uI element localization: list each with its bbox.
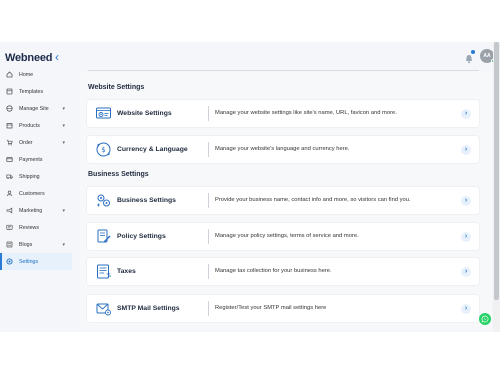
sidebar-item-products[interactable]: Products ▾ [0, 117, 72, 134]
truck-icon [6, 173, 13, 180]
sidebar-item-reviews[interactable]: Reviews [0, 219, 72, 236]
section-title-business: Business Settings [88, 171, 149, 178]
globe-icon [6, 105, 13, 112]
collapse-sidebar-icon[interactable]: ‹ [55, 51, 63, 63]
templates-icon [6, 88, 13, 95]
card-separator [208, 229, 209, 244]
sidebar-item-label: Marketing [19, 207, 43, 214]
card-icon [6, 156, 13, 163]
svg-text:%: % [107, 273, 112, 279]
sidebar-item-templates[interactable]: Templates [0, 83, 72, 100]
box-icon [6, 122, 13, 129]
sidebar-item-settings[interactable]: Settings [0, 253, 72, 270]
section-title-website: Website Settings [88, 84, 145, 91]
card-title: Business Settings [117, 197, 176, 204]
sidebar-item-label: Manage Site [19, 105, 49, 112]
card-description: Register/Test your SMTP mail settings he… [215, 305, 327, 311]
blog-icon [6, 241, 13, 248]
card-title: Taxes [117, 268, 136, 275]
card-separator [208, 142, 209, 157]
avatar[interactable]: AA [480, 49, 495, 63]
sidebar-item-label: Home [19, 71, 34, 78]
card-taxes[interactable]: % Taxes Manage tax collection for your b… [87, 258, 479, 285]
sidebar-item-label: Customers [19, 190, 45, 197]
card-description: Manage your policy settings, terms of se… [215, 233, 359, 239]
policy-settings-icon [95, 228, 112, 245]
business-settings-icon [95, 192, 112, 209]
card-smtp-mail-settings[interactable]: SMTP Mail Settings Register/Test your SM… [87, 295, 479, 322]
sidebar-item-manage-site[interactable]: Manage Site ▾ [0, 100, 72, 117]
sidebar-item-label: Payments [19, 156, 43, 163]
sidebar-item-blogs[interactable]: Blogs ▾ [0, 236, 72, 253]
card-separator [208, 193, 209, 208]
card-currency-language[interactable]: $ Currency & Language Manage your websit… [87, 136, 479, 163]
sidebar-item-label: Blogs [19, 241, 33, 248]
chevron-right-icon[interactable]: › [461, 304, 471, 314]
scrollbar[interactable] [493, 42, 500, 332]
sidebar-item-label: Reviews [19, 224, 40, 231]
sidebar-item-customers[interactable]: Customers [0, 185, 72, 202]
users-icon [6, 190, 13, 197]
chevron-right-icon[interactable]: › [461, 145, 471, 155]
card-description: Manage your website settings like site's… [215, 110, 397, 116]
card-title: Currency & Language [117, 146, 188, 153]
sidebar-item-order[interactable]: Order ▾ [0, 134, 72, 151]
sidebar-item-marketing[interactable]: Marketing ▾ [0, 202, 72, 219]
sidebar-item-payments[interactable]: Payments [0, 151, 72, 168]
taxes-icon: % [95, 263, 112, 280]
cart-icon [6, 139, 13, 146]
card-separator [208, 301, 209, 316]
card-title: SMTP Mail Settings [117, 305, 180, 312]
sidebar-item-label: Templates [19, 88, 44, 95]
gear-icon [6, 258, 13, 265]
content-divider [88, 70, 479, 71]
card-title: Website Settings [117, 110, 172, 117]
card-policy-settings[interactable]: Policy Settings Manage your policy setti… [87, 223, 479, 250]
chevron-right-icon[interactable]: › [461, 232, 471, 242]
megaphone-icon [6, 207, 13, 214]
sidebar-item-label: Order [19, 139, 33, 146]
card-title: Policy Settings [117, 233, 166, 240]
topbar-actions: AA [464, 49, 495, 64]
chevron-down-icon: ▾ [62, 140, 65, 146]
card-description: Provide your business name, contact info… [215, 197, 411, 203]
chevron-down-icon: ▾ [62, 106, 65, 112]
whatsapp-chat-icon[interactable] [479, 313, 491, 325]
svg-text:$: $ [101, 146, 105, 154]
notification-dot [471, 50, 475, 54]
currency-language-icon: $ [95, 141, 112, 158]
sidebar-item-label: Products [19, 122, 40, 129]
website-settings-icon [95, 105, 112, 122]
smtp-mail-icon [95, 300, 112, 317]
brand-name: Webneed [5, 52, 53, 64]
card-separator [208, 106, 209, 121]
avatar-initials: AA [483, 53, 491, 59]
card-description: Manage tax collection for your business … [215, 268, 332, 274]
sidebar-item-shipping[interactable]: Shipping [0, 168, 72, 185]
notification-bell-icon[interactable] [464, 50, 475, 64]
sidebar-item-label: Settings [19, 258, 39, 265]
chevron-down-icon: ▾ [62, 208, 65, 214]
chevron-right-icon[interactable]: › [461, 109, 471, 119]
card-description: Manage your website's language and curre… [215, 146, 350, 152]
sidebar-item-label: Shipping [19, 173, 40, 180]
chevron-down-icon: ▾ [62, 242, 65, 248]
sidebar-nav: Home Templates Manage Site ▾ Products ▾ Order ▾… [0, 66, 72, 270]
chevron-down-icon: ▾ [62, 123, 65, 129]
card-separator [208, 264, 209, 279]
sidebar-item-home[interactable]: Home [0, 66, 72, 83]
chevron-right-icon[interactable]: › [461, 267, 471, 277]
home-icon [6, 71, 13, 78]
chevron-right-icon[interactable]: › [461, 196, 471, 206]
card-website-settings[interactable]: Website Settings Manage your website set… [87, 100, 479, 127]
card-business-settings[interactable]: Business Settings Provide your business … [87, 187, 479, 214]
star-icon [6, 224, 13, 231]
scrollbar-thumb[interactable] [494, 42, 499, 300]
